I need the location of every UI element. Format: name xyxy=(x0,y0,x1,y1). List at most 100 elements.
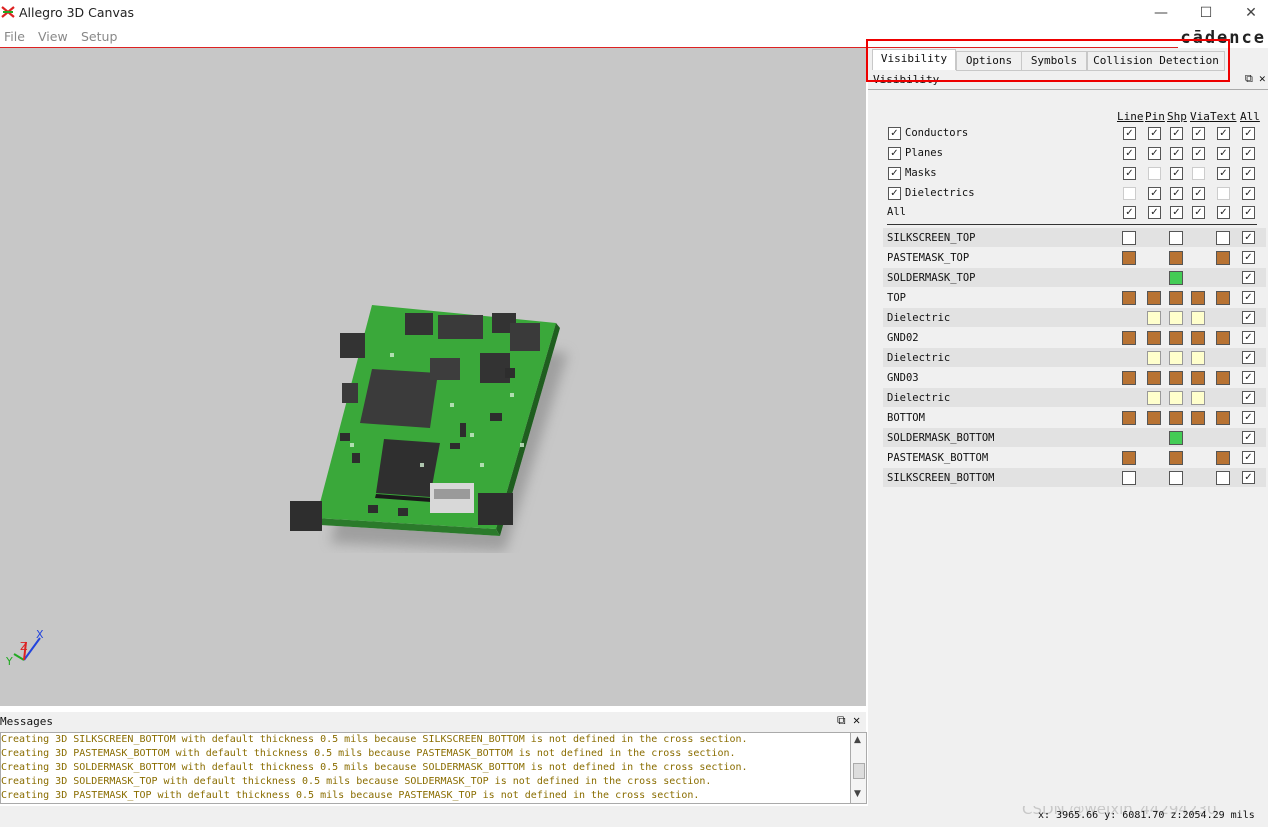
layer-visible-checkbox[interactable]: ✓ xyxy=(1242,291,1255,304)
layer-color-swatch[interactable] xyxy=(1169,331,1183,345)
visibility-checkbox[interactable]: ✓ xyxy=(1170,206,1183,219)
layer-color-swatch[interactable] xyxy=(1191,351,1205,365)
3d-canvas-viewport[interactable]: X Z Y xyxy=(0,48,866,706)
visibility-checkbox[interactable] xyxy=(1192,167,1205,180)
visibility-checkbox[interactable]: ✓ xyxy=(1123,167,1136,180)
visibility-checkbox[interactable]: ✓ xyxy=(1148,187,1161,200)
layer-color-swatch[interactable] xyxy=(1122,251,1136,265)
layer-color-swatch[interactable] xyxy=(1122,371,1136,385)
visibility-checkbox[interactable]: ✓ xyxy=(1242,127,1255,140)
layer-color-swatch[interactable] xyxy=(1122,411,1136,425)
messages-log[interactable]: Creating 3D SILKSCREEN_BOTTOM with defau… xyxy=(0,732,851,804)
layer-color-swatch[interactable] xyxy=(1147,331,1161,345)
category-checkbox[interactable]: ✓ xyxy=(888,127,901,140)
layer-color-swatch[interactable] xyxy=(1216,371,1230,385)
layer-color-swatch[interactable] xyxy=(1191,371,1205,385)
layer-color-swatch[interactable] xyxy=(1147,391,1161,405)
visibility-checkbox[interactable]: ✓ xyxy=(1123,127,1136,140)
layer-visible-checkbox[interactable]: ✓ xyxy=(1242,271,1255,284)
layer-color-swatch[interactable] xyxy=(1122,231,1136,245)
visibility-checkbox[interactable]: ✓ xyxy=(1170,147,1183,160)
visibility-checkbox[interactable]: ✓ xyxy=(1217,127,1230,140)
layer-color-swatch[interactable] xyxy=(1169,451,1183,465)
layer-color-swatch[interactable] xyxy=(1191,331,1205,345)
category-checkbox[interactable]: ✓ xyxy=(888,187,901,200)
layer-visible-checkbox[interactable]: ✓ xyxy=(1242,451,1255,464)
layer-color-swatch[interactable] xyxy=(1216,471,1230,485)
layer-color-swatch[interactable] xyxy=(1216,231,1230,245)
category-checkbox[interactable]: ✓ xyxy=(888,167,901,180)
layer-visible-checkbox[interactable]: ✓ xyxy=(1242,251,1255,264)
layer-visible-checkbox[interactable]: ✓ xyxy=(1242,471,1255,484)
scroll-up-icon[interactable]: ▲ xyxy=(854,735,861,745)
visibility-checkbox[interactable]: ✓ xyxy=(1170,187,1183,200)
layer-color-swatch[interactable] xyxy=(1169,311,1183,325)
layer-color-swatch[interactable] xyxy=(1169,411,1183,425)
visibility-checkbox[interactable] xyxy=(1123,187,1136,200)
layer-color-swatch[interactable] xyxy=(1122,471,1136,485)
visibility-checkbox[interactable]: ✓ xyxy=(1242,206,1255,219)
layer-color-swatch[interactable] xyxy=(1147,311,1161,325)
scroll-down-icon[interactable]: ▼ xyxy=(854,789,861,799)
layer-visible-checkbox[interactable]: ✓ xyxy=(1242,311,1255,324)
layer-color-swatch[interactable] xyxy=(1147,291,1161,305)
layer-color-swatch[interactable] xyxy=(1169,271,1183,285)
visibility-checkbox[interactable]: ✓ xyxy=(1242,147,1255,160)
layer-visible-checkbox[interactable]: ✓ xyxy=(1242,351,1255,364)
visibility-checkbox[interactable]: ✓ xyxy=(1192,187,1205,200)
visibility-checkbox[interactable]: ✓ xyxy=(1148,127,1161,140)
float-pane-icon[interactable]: ⧉ xyxy=(837,713,846,728)
visibility-checkbox[interactable]: ✓ xyxy=(1148,206,1161,219)
visibility-checkbox[interactable]: ✓ xyxy=(1192,206,1205,219)
visibility-checkbox[interactable]: ✓ xyxy=(1242,187,1255,200)
maximize-button[interactable]: ☐ xyxy=(1190,3,1222,23)
visibility-checkbox[interactable] xyxy=(1217,187,1230,200)
visibility-checkbox[interactable]: ✓ xyxy=(1148,147,1161,160)
visibility-checkbox[interactable]: ✓ xyxy=(1217,167,1230,180)
close-button[interactable]: ✕ xyxy=(1235,3,1267,23)
visibility-checkbox[interactable]: ✓ xyxy=(1192,127,1205,140)
layer-color-swatch[interactable] xyxy=(1169,351,1183,365)
visibility-checkbox[interactable]: ✓ xyxy=(1170,167,1183,180)
layer-color-swatch[interactable] xyxy=(1169,431,1183,445)
layer-color-swatch[interactable] xyxy=(1216,291,1230,305)
visibility-checkbox[interactable]: ✓ xyxy=(1123,147,1136,160)
layer-color-swatch[interactable] xyxy=(1216,411,1230,425)
minimize-button[interactable]: — xyxy=(1145,3,1177,23)
layer-visible-checkbox[interactable]: ✓ xyxy=(1242,431,1255,444)
layer-color-swatch[interactable] xyxy=(1147,351,1161,365)
menu-file[interactable]: File xyxy=(4,29,25,44)
layer-color-swatch[interactable] xyxy=(1122,451,1136,465)
layer-visible-checkbox[interactable]: ✓ xyxy=(1242,371,1255,384)
close-pane-icon[interactable]: ✕ xyxy=(853,713,860,727)
visibility-checkbox[interactable]: ✓ xyxy=(1217,147,1230,160)
layer-color-swatch[interactable] xyxy=(1191,291,1205,305)
visibility-checkbox[interactable]: ✓ xyxy=(1192,147,1205,160)
float-panel-icon[interactable]: ⧉ xyxy=(1245,72,1253,86)
visibility-checkbox[interactable]: ✓ xyxy=(1123,206,1136,219)
layer-color-swatch[interactable] xyxy=(1169,391,1183,405)
visibility-checkbox[interactable]: ✓ xyxy=(1217,206,1230,219)
layer-color-swatch[interactable] xyxy=(1169,371,1183,385)
visibility-checkbox[interactable]: ✓ xyxy=(1170,127,1183,140)
category-checkbox[interactable]: ✓ xyxy=(888,147,901,160)
layer-visible-checkbox[interactable]: ✓ xyxy=(1242,411,1255,424)
layer-color-swatch[interactable] xyxy=(1191,391,1205,405)
messages-scrollbar[interactable]: ▲ ▼ xyxy=(850,732,867,804)
layer-color-swatch[interactable] xyxy=(1169,251,1183,265)
menu-view[interactable]: View xyxy=(38,29,68,44)
layer-color-swatch[interactable] xyxy=(1122,331,1136,345)
close-panel-icon[interactable]: ✕ xyxy=(1259,72,1266,85)
layer-color-swatch[interactable] xyxy=(1216,331,1230,345)
layer-color-swatch[interactable] xyxy=(1169,471,1183,485)
layer-color-swatch[interactable] xyxy=(1169,291,1183,305)
layer-visible-checkbox[interactable]: ✓ xyxy=(1242,391,1255,404)
visibility-checkbox[interactable]: ✓ xyxy=(1242,167,1255,180)
layer-color-swatch[interactable] xyxy=(1122,291,1136,305)
menu-setup[interactable]: Setup xyxy=(81,29,117,44)
layer-color-swatch[interactable] xyxy=(1216,451,1230,465)
layer-color-swatch[interactable] xyxy=(1147,371,1161,385)
visibility-checkbox[interactable] xyxy=(1148,167,1161,180)
layer-visible-checkbox[interactable]: ✓ xyxy=(1242,231,1255,244)
layer-color-swatch[interactable] xyxy=(1169,231,1183,245)
